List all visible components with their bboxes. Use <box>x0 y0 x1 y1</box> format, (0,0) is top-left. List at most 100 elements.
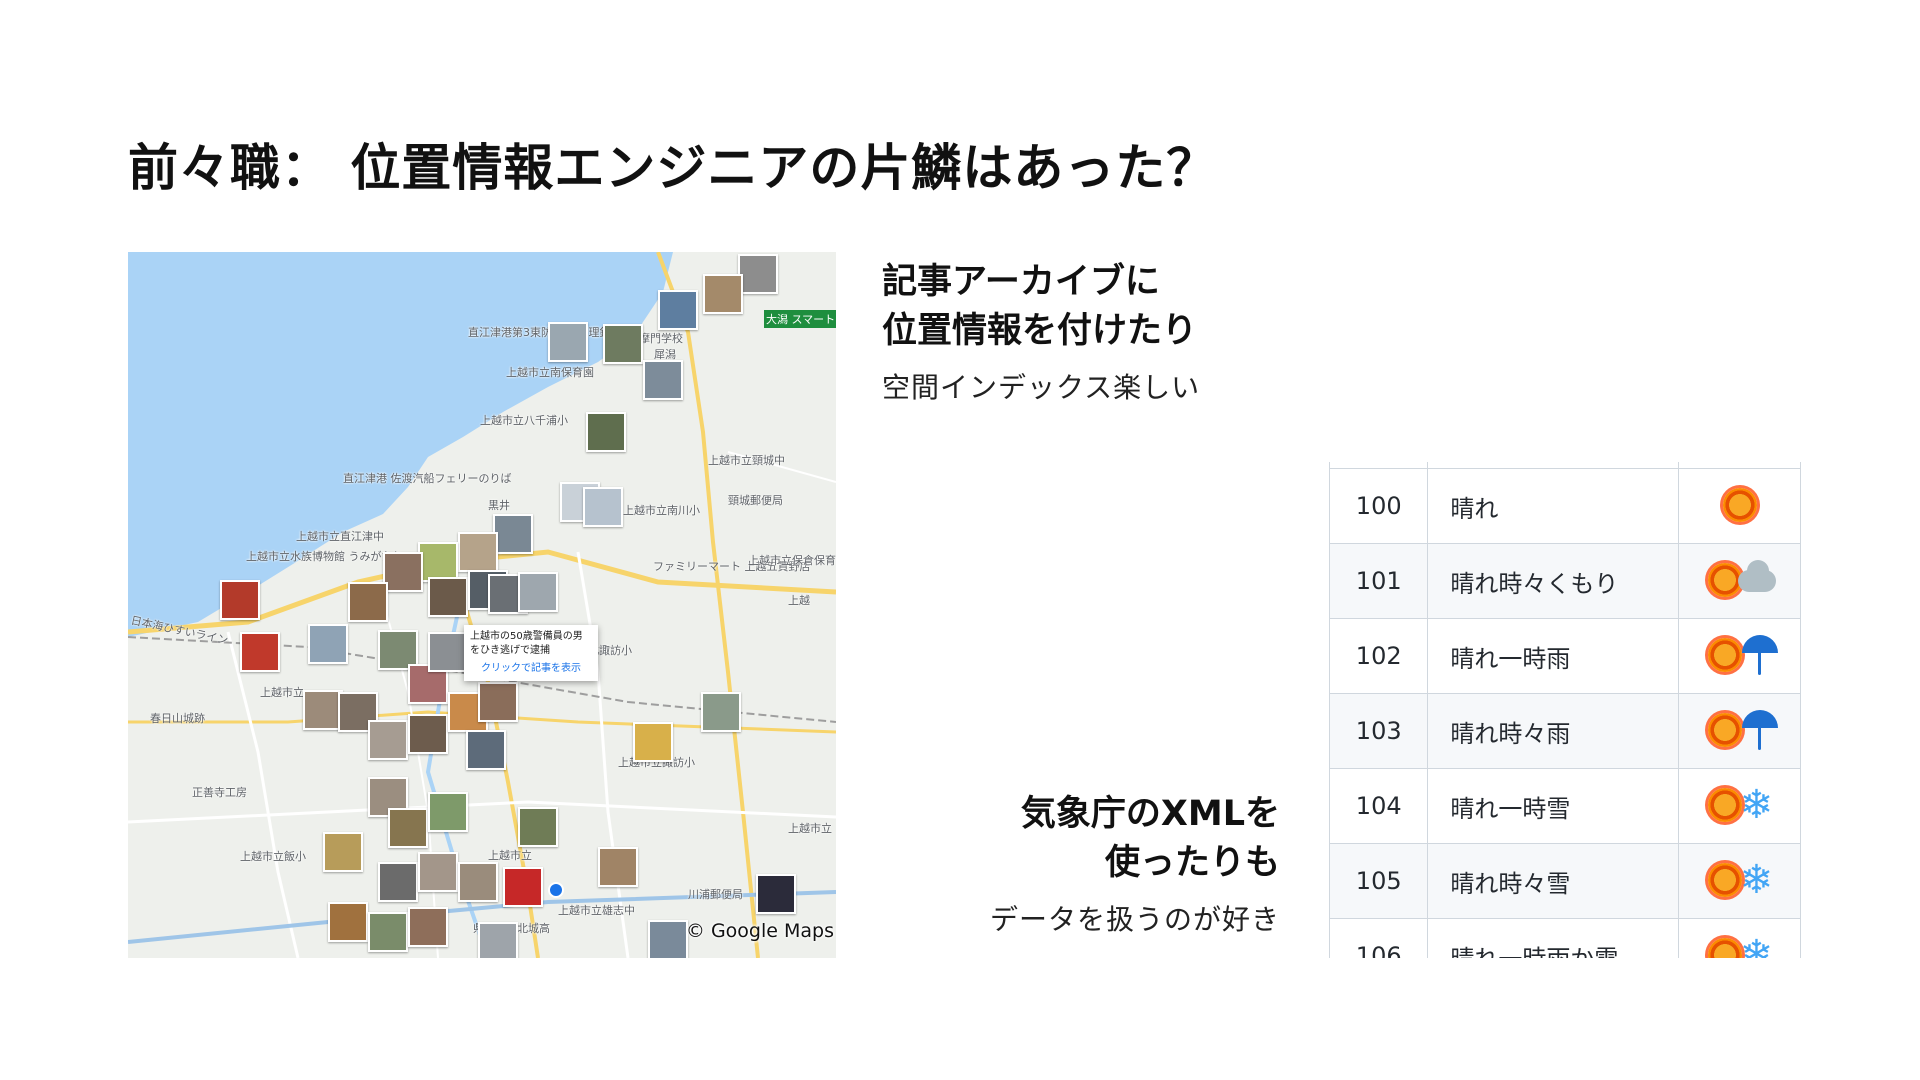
photo-marker[interactable] <box>388 808 428 848</box>
photo-marker[interactable] <box>658 290 698 330</box>
photo-marker[interactable] <box>478 922 518 958</box>
table-row: 106 晴れ一時雨か雪 ❄ <box>1329 918 1801 958</box>
popup-link[interactable]: クリックで記事を表示 <box>470 662 592 676</box>
map-label: 川浦郵便局 <box>688 888 743 901</box>
photo-marker[interactable] <box>368 912 408 952</box>
photo-marker[interactable] <box>328 902 368 942</box>
photo-marker[interactable] <box>408 714 448 754</box>
weather-code: 102 <box>1329 618 1429 694</box>
photo-marker[interactable] <box>603 324 643 364</box>
archive-heading-line2: 位置情報を付けたり <box>882 311 1198 351</box>
photo-marker[interactable] <box>466 730 506 770</box>
table-row: 100 晴れ <box>1329 468 1801 544</box>
photo-marker[interactable] <box>323 832 363 872</box>
slide-title: 前々職： 位置情報エンジニアの片鱗はあった？ <box>128 139 1218 197</box>
map-view[interactable]: 直江津港第3東防波堤 管理釣り場 上越市立南保育園 上越市立八千浦小 直江津港 … <box>128 252 836 958</box>
weather-subtext: データを扱うのが好き <box>989 903 1280 936</box>
popup-text: 上越市の50歳警備員の男をひき逃げで逮捕 <box>470 631 583 656</box>
current-location-marker <box>548 882 564 898</box>
photo-marker[interactable] <box>643 360 683 400</box>
sun-snow-icon: ❄ <box>1700 779 1780 833</box>
photo-marker[interactable] <box>428 792 468 832</box>
weather-label: 晴れ時々雪 <box>1427 843 1680 919</box>
photo-marker[interactable] <box>548 322 588 362</box>
photo-marker[interactable] <box>703 274 743 314</box>
map-label: 上越市立雄志中 <box>558 904 635 917</box>
map-label: 上越 <box>788 594 810 607</box>
photo-marker[interactable] <box>348 582 388 622</box>
sun-icon <box>1700 479 1780 533</box>
photo-marker[interactable] <box>648 920 688 958</box>
weather-code: 101 <box>1329 543 1429 619</box>
sun-umbrella-icon <box>1700 704 1780 758</box>
table-row: 104 晴れ一時雪 ❄ <box>1329 768 1801 844</box>
photo-marker[interactable] <box>738 254 778 294</box>
weather-label: 晴れ一時雨 <box>1427 618 1680 694</box>
map-label: 上越市立八千浦小 <box>480 414 568 427</box>
weather-code: 105 <box>1329 843 1429 919</box>
photo-marker[interactable] <box>756 874 796 914</box>
photo-marker[interactable] <box>418 852 458 892</box>
map-label: 大潟 スマートIC <box>764 310 836 328</box>
map-label: 上越市立南保育園 <box>506 366 594 379</box>
photo-marker[interactable] <box>303 690 343 730</box>
weather-label: 晴れ時々くもり <box>1427 543 1680 619</box>
map-credit: © Google Maps <box>685 920 834 942</box>
photo-marker[interactable] <box>493 514 533 554</box>
photo-marker[interactable] <box>383 552 423 592</box>
map-label: 黒井 <box>488 499 510 512</box>
photo-marker[interactable] <box>368 720 408 760</box>
block-archive: 記事アーカイブに 位置情報を付けたり 空間インデックス楽しい <box>882 258 1200 408</box>
photo-marker[interactable] <box>378 862 418 902</box>
weather-code: 106 <box>1329 918 1429 958</box>
map-label: 上越市立保倉保育園 <box>748 554 836 567</box>
photo-marker[interactable] <box>428 632 468 672</box>
map-label: 上越市立 <box>488 849 532 862</box>
map-label: 直江津港 佐渡汽船フェリーのりば <box>343 472 512 485</box>
weather-code: 100 <box>1329 468 1429 544</box>
article-popup[interactable]: 上越市の50歳警備員の男をひき逃げで逮捕 クリックで記事を表示 <box>464 625 598 681</box>
photo-marker[interactable] <box>701 692 741 732</box>
photo-marker[interactable] <box>428 577 468 617</box>
map-label: 上越市立南川小 <box>623 504 700 517</box>
photo-marker[interactable] <box>418 542 458 582</box>
map-label: 上越市立頸城中 <box>708 454 785 467</box>
archive-subtext: 空間インデックス楽しい <box>882 371 1201 404</box>
photo-marker[interactable] <box>586 412 626 452</box>
sun-snow-icon: ❄ <box>1700 929 1780 958</box>
photo-marker[interactable] <box>308 624 348 664</box>
table-row: 105 晴れ時々雪 ❄ <box>1329 843 1801 919</box>
photo-marker[interactable] <box>220 580 260 620</box>
photo-marker[interactable] <box>598 847 638 887</box>
photo-marker[interactable] <box>583 487 623 527</box>
weather-code: 103 <box>1329 693 1429 769</box>
photo-marker[interactable] <box>240 632 280 672</box>
photo-marker[interactable] <box>518 807 558 847</box>
weather-label: 晴れ時々雨 <box>1427 693 1680 769</box>
photo-marker[interactable] <box>458 862 498 902</box>
weather-heading-line1: 気象庁のXMLを <box>1020 794 1280 834</box>
photo-marker[interactable] <box>633 722 673 762</box>
map-label: 正善寺工房 <box>192 786 247 799</box>
map-label: 上越市立飯小 <box>240 850 306 863</box>
map-label: 春日山城跡 <box>150 712 205 725</box>
sun-snow-icon: ❄ <box>1700 854 1780 908</box>
table-row: 101 晴れ時々くもり <box>1329 543 1801 619</box>
photo-marker[interactable] <box>458 532 498 572</box>
map-label: 頸城郵便局 <box>728 494 783 507</box>
table-row: 102 晴れ一時雨 <box>1329 618 1801 694</box>
photo-marker[interactable] <box>518 572 558 612</box>
photo-marker[interactable] <box>408 907 448 947</box>
photo-marker[interactable] <box>503 867 543 907</box>
block-weather: 気象庁のXMLを 使ったりも データを扱うのが好き <box>990 790 1280 940</box>
weather-label: 晴れ <box>1427 468 1680 544</box>
weather-label: 晴れ一時雨か雪 <box>1427 918 1680 958</box>
sun-umbrella-icon <box>1700 629 1780 683</box>
map-label: 上越市立 <box>260 686 304 699</box>
photo-marker[interactable] <box>478 682 518 722</box>
weather-code-table: 100 晴れ 101 晴れ時々くもり 102 晴れ一時雨 103 晴れ時々雨 1… <box>1329 462 1801 958</box>
archive-heading-line1: 記事アーカイブに <box>882 262 1160 302</box>
map-label: 上越市立 <box>788 822 832 835</box>
weather-heading-line2: 使ったりも <box>1104 843 1280 883</box>
map-label: 上越市立直江津中 <box>296 530 384 543</box>
